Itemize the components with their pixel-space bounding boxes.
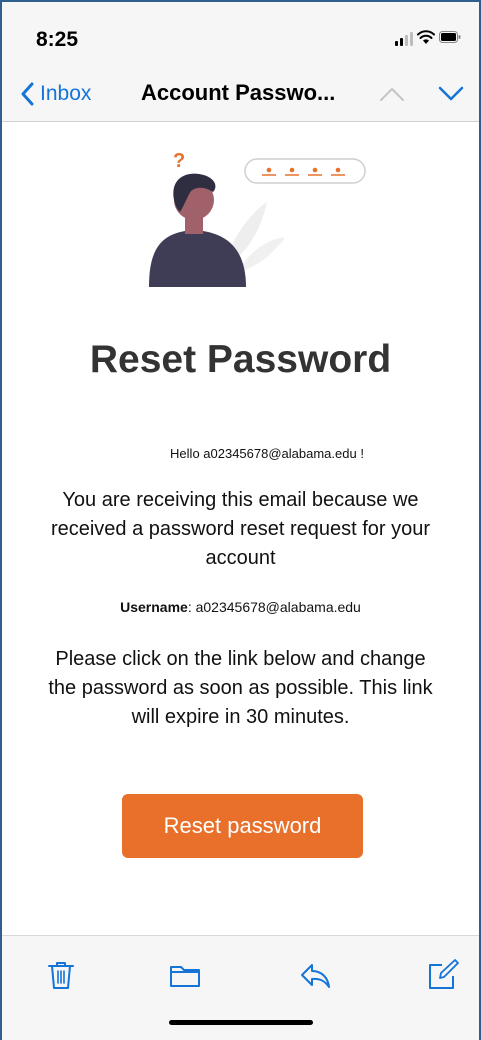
username-line: Username: a02345678@alabama.edu (2, 599, 479, 615)
reset-reason-text: You are receiving this email because we … (50, 489, 431, 569)
username-key: Username (120, 599, 188, 615)
back-to-inbox-button[interactable]: Inbox (20, 80, 91, 108)
username-value: a02345678@alabama.edu (195, 599, 361, 615)
compose-icon[interactable] (426, 958, 460, 992)
status-icons (395, 30, 461, 46)
email-heading: Reset Password (89, 338, 392, 381)
instructions-text: Please click on the link below and chang… (48, 648, 433, 728)
folder-icon[interactable] (168, 958, 202, 992)
reset-password-button[interactable]: Reset password (122, 794, 363, 858)
home-indicator (169, 1020, 313, 1025)
chevron-down-icon[interactable] (438, 84, 464, 104)
trash-icon[interactable] (44, 958, 78, 992)
status-time: 8:25 (36, 28, 79, 51)
reply-icon[interactable] (298, 958, 332, 992)
svg-text:?: ? (173, 150, 185, 172)
back-label: Inbox (40, 82, 92, 105)
battery-icon (439, 31, 461, 43)
username-separator: : (187, 599, 196, 615)
phone-frame: 8:25 Inbox Account Passwo... ? Reset Pas… (0, 0, 481, 1040)
chevron-left-icon (21, 82, 34, 106)
password-illustration: ? (149, 150, 366, 287)
bottom-toolbar (2, 935, 479, 1040)
greeting-text: Hello a02345678@alabama.edu ! (170, 446, 364, 461)
email-subject-title: Account Passwo... (141, 80, 336, 105)
top-bar: 8:25 Inbox Account Passwo... (2, 2, 479, 122)
chevron-up-icon[interactable] (379, 84, 405, 104)
wifi-icon (417, 30, 435, 44)
signal-icon (395, 30, 413, 46)
